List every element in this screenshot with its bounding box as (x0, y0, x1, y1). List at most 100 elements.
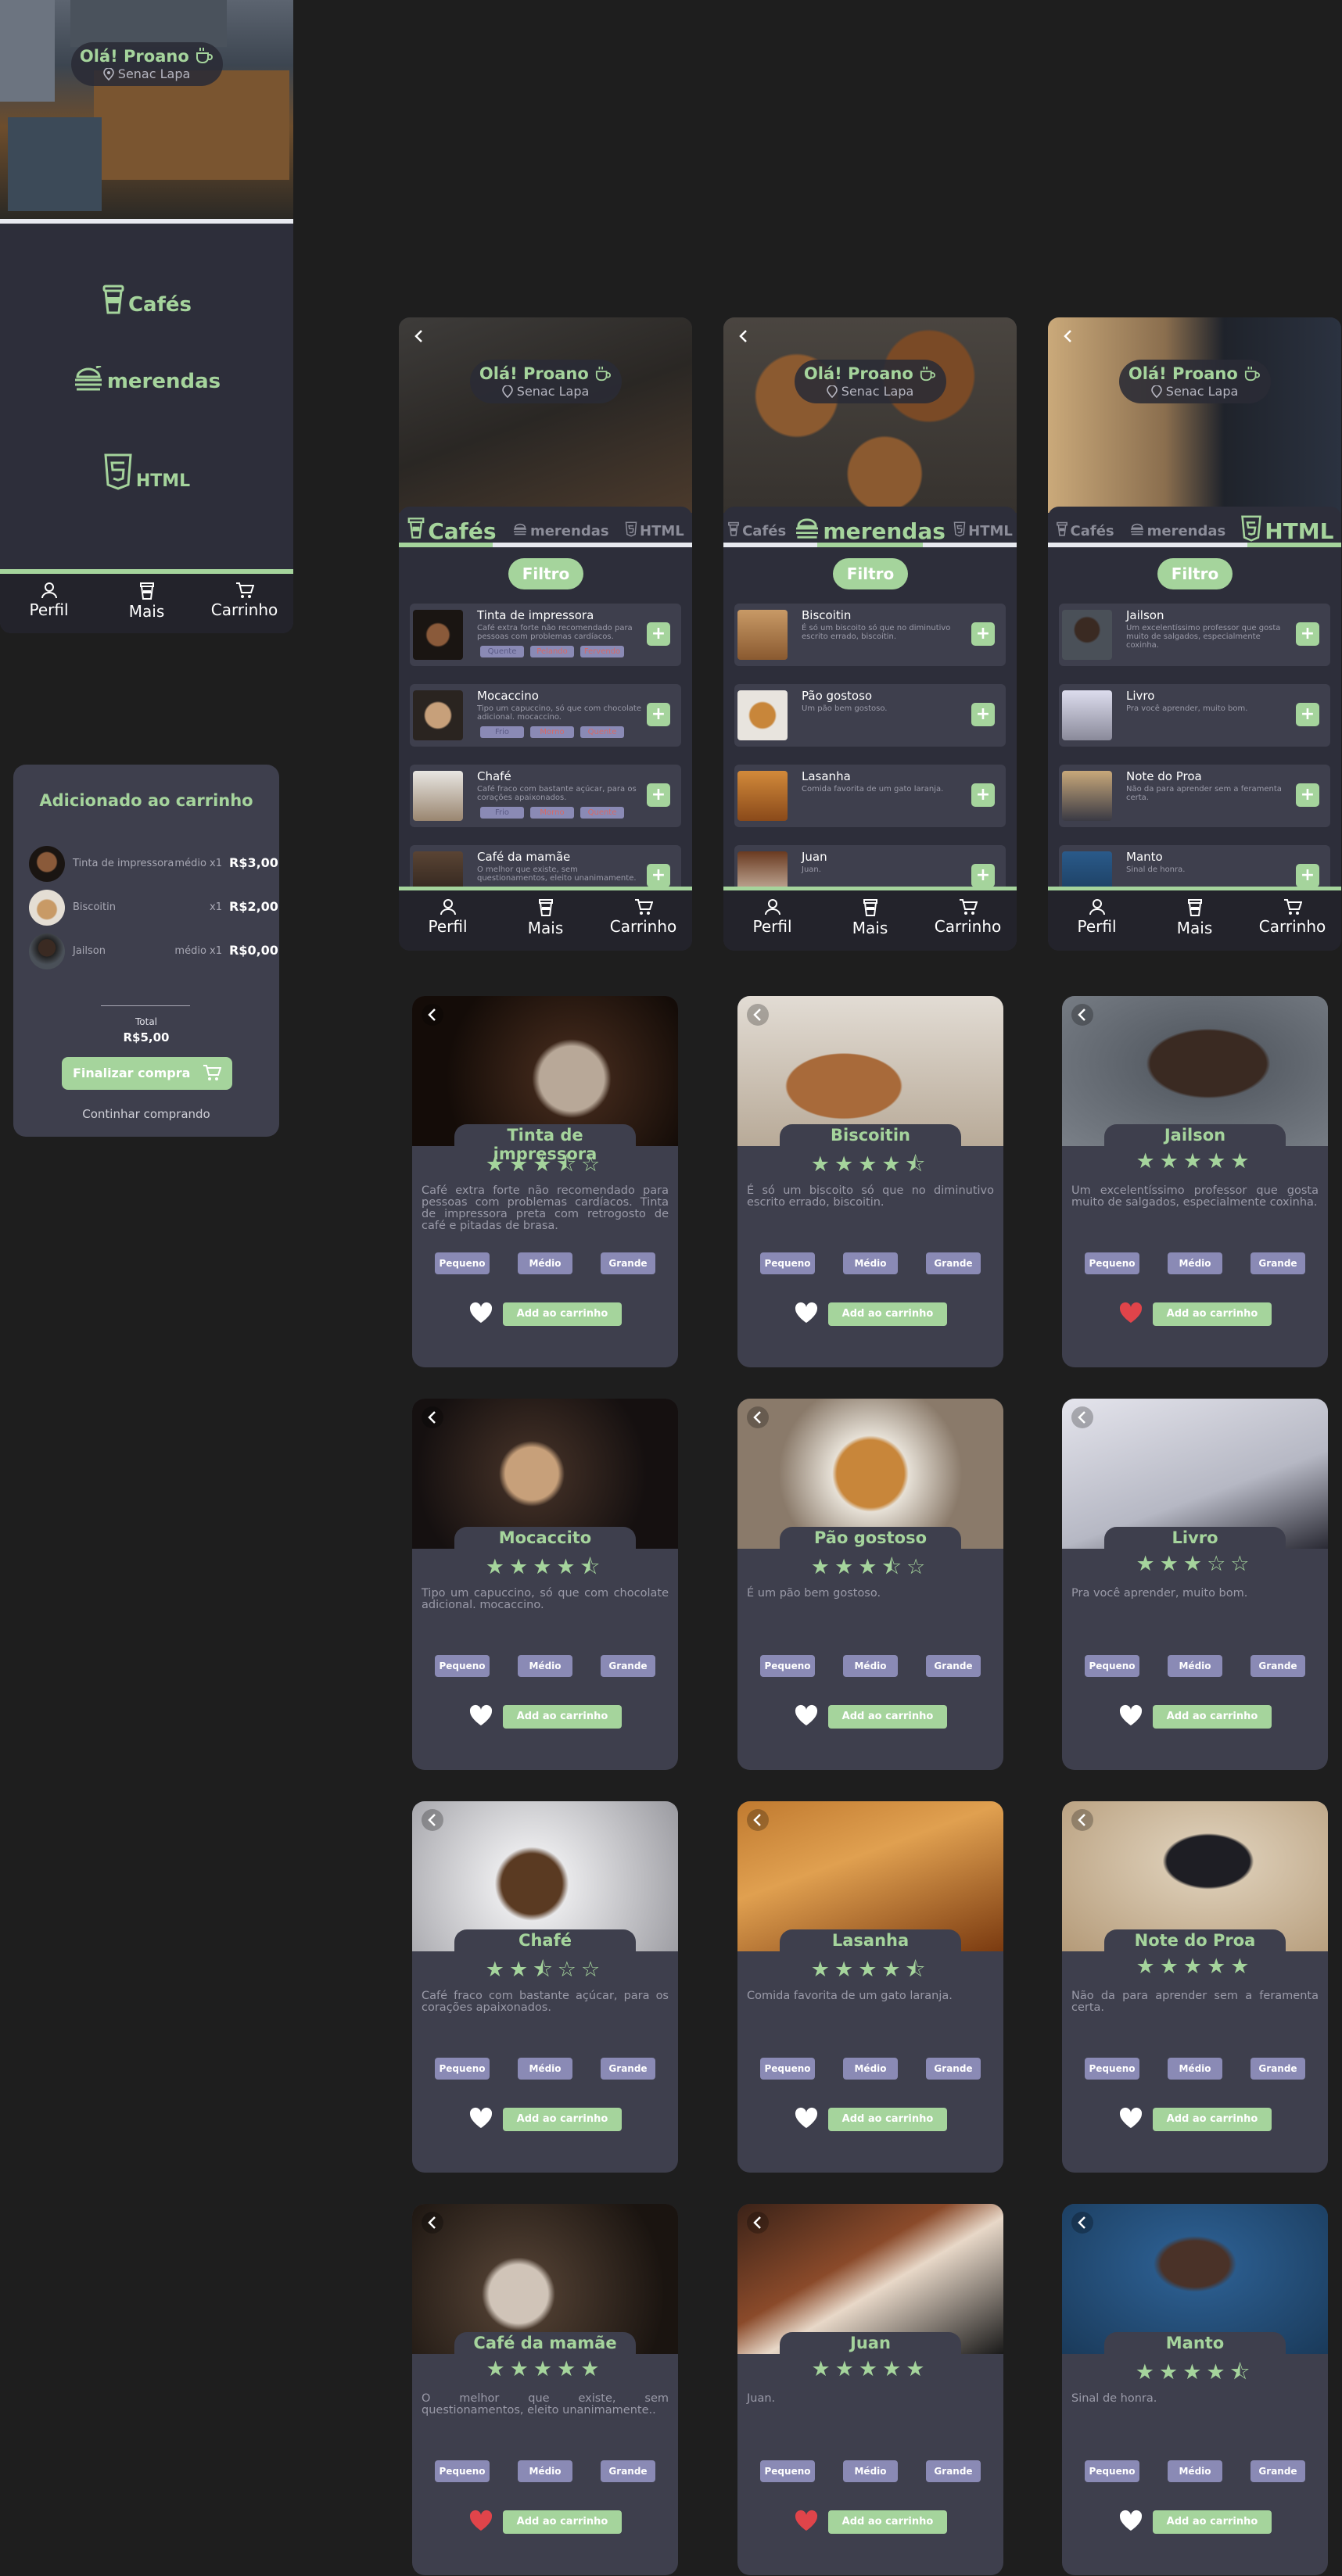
temperature-chip[interactable]: Frio (480, 807, 524, 819)
favorite-heart-icon[interactable] (1118, 2509, 1143, 2532)
list-item[interactable]: Pão gostoso Um pão bem gostoso. + (734, 684, 1006, 747)
size-option[interactable]: Pequeno (435, 2058, 490, 2080)
back-button[interactable] (408, 325, 430, 347)
tab-cafes[interactable]: Cafés (407, 517, 497, 546)
list-item[interactable]: Mocaccino Tipo um capuccino, só que com c… (410, 684, 681, 747)
add-to-cart-button[interactable]: Add ao carrinho (503, 2510, 622, 2534)
tab-merendas[interactable]: merendas (794, 518, 946, 545)
favorite-heart-icon[interactable] (1118, 2106, 1143, 2130)
favorite-heart-icon[interactable] (468, 1301, 493, 1324)
back-button[interactable] (1071, 1004, 1093, 1026)
size-option[interactable]: Grande (1250, 2058, 1305, 2080)
tab-merendas[interactable]: merendas (1129, 523, 1225, 539)
size-option[interactable]: Pequeno (435, 1655, 490, 1677)
filter-button[interactable]: Filtro (833, 558, 908, 589)
size-option[interactable]: Pequeno (435, 1252, 490, 1274)
back-button[interactable] (1057, 325, 1079, 347)
size-option[interactable]: Médio (843, 2460, 898, 2482)
back-button[interactable] (1071, 1406, 1093, 1428)
add-to-cart-button[interactable]: Add ao carrinho (503, 1705, 622, 1729)
favorite-heart-icon[interactable] (794, 2509, 819, 2532)
add-to-cart-button[interactable]: Add ao carrinho (1153, 1302, 1272, 1326)
add-to-cart-button[interactable]: Add ao carrinho (1153, 2108, 1272, 2131)
back-button[interactable] (747, 1406, 769, 1428)
size-option[interactable]: Médio (1168, 2460, 1222, 2482)
temperature-chip[interactable]: Fervendo (580, 646, 624, 657)
size-option[interactable]: Médio (843, 1252, 898, 1274)
add-item-button[interactable]: + (971, 864, 995, 887)
add-item-button[interactable]: + (1296, 783, 1319, 807)
add-item-button[interactable]: + (1296, 622, 1319, 646)
list-item[interactable]: Tinta de impressora Café extra forte não … (410, 604, 681, 666)
back-button[interactable] (747, 1004, 769, 1026)
add-item-button[interactable]: + (647, 864, 670, 887)
back-button[interactable] (422, 1809, 443, 1831)
favorite-heart-icon[interactable] (468, 1704, 493, 1727)
add-item-button[interactable]: + (1296, 864, 1319, 887)
favorite-heart-icon[interactable] (794, 1704, 819, 1727)
size-option[interactable]: Pequeno (1085, 2058, 1139, 2080)
back-button[interactable] (1071, 1809, 1093, 1831)
size-option[interactable]: Pequeno (435, 2460, 490, 2482)
size-option[interactable]: Grande (601, 2058, 655, 2080)
size-option[interactable]: Pequeno (760, 2460, 815, 2482)
favorite-heart-icon[interactable] (794, 1301, 819, 1324)
continue-shopping-link[interactable]: Continhar comprando (13, 1107, 279, 1121)
size-option[interactable]: Médio (1168, 1252, 1222, 1274)
list-item[interactable]: Note do Proa Não da para aprender sem a f… (1059, 765, 1330, 827)
size-option[interactable]: Pequeno (760, 1252, 815, 1274)
nav-more[interactable]: Mais (1148, 890, 1242, 951)
temperature-chip[interactable]: Frio (480, 726, 524, 738)
back-button[interactable] (422, 2212, 443, 2234)
size-option[interactable]: Pequeno (760, 2058, 815, 2080)
back-button[interactable] (422, 1004, 443, 1026)
temperature-chip[interactable]: Quente (580, 726, 624, 738)
category-html[interactable]: HTML (0, 453, 293, 492)
add-to-cart-button[interactable]: Add ao carrinho (828, 2510, 947, 2534)
size-option[interactable]: Médio (518, 2460, 572, 2482)
tab-html[interactable]: HTML (625, 521, 684, 541)
list-item[interactable]: Livro Pra você aprender, muito bom. + (1059, 684, 1330, 747)
nav-cart[interactable]: Carrinho (921, 890, 1015, 951)
add-item-button[interactable]: + (971, 622, 995, 646)
add-item-button[interactable]: + (647, 783, 670, 807)
size-option[interactable]: Pequeno (760, 1655, 815, 1677)
size-option[interactable]: Médio (843, 2058, 898, 2080)
add-to-cart-button[interactable]: Add ao carrinho (1153, 1705, 1272, 1729)
add-to-cart-button[interactable]: Add ao carrinho (828, 1705, 947, 1729)
add-to-cart-button[interactable]: Add ao carrinho (828, 2108, 947, 2131)
size-option[interactable]: Grande (1250, 2460, 1305, 2482)
size-option[interactable]: Médio (518, 1655, 572, 1677)
nav-profile[interactable]: Perfil (401, 890, 495, 951)
filter-button[interactable]: Filtro (1157, 558, 1233, 589)
size-option[interactable]: Pequeno (1085, 2460, 1139, 2482)
size-option[interactable]: Grande (926, 1655, 981, 1677)
size-option[interactable]: Grande (601, 2460, 655, 2482)
back-button[interactable] (747, 1809, 769, 1831)
size-option[interactable]: Grande (926, 2058, 981, 2080)
checkout-button[interactable]: Finalizar compra (62, 1057, 232, 1090)
list-item[interactable]: Lasanha Comida favorita de um gato laranj… (734, 765, 1006, 827)
nav-profile[interactable]: Perfil (726, 890, 820, 951)
add-to-cart-button[interactable]: Add ao carrinho (1153, 2510, 1272, 2534)
size-option[interactable]: Grande (1250, 1252, 1305, 1274)
add-item-button[interactable]: + (971, 703, 995, 726)
favorite-heart-icon[interactable] (1118, 1301, 1143, 1324)
temperature-chip[interactable]: Morno (530, 807, 574, 819)
nav-cart[interactable]: Carrinho (198, 574, 292, 633)
size-option[interactable]: Pequeno (1085, 1252, 1139, 1274)
temperature-chip[interactable]: Pelando (530, 646, 574, 657)
temperature-chip[interactable]: Quente (580, 807, 624, 819)
nav-more[interactable]: Mais (100, 574, 194, 633)
size-option[interactable]: Grande (1250, 1655, 1305, 1677)
add-to-cart-button[interactable]: Add ao carrinho (503, 1302, 622, 1326)
temperature-chip[interactable]: Quente (480, 646, 524, 657)
size-option[interactable]: Grande (926, 1252, 981, 1274)
size-option[interactable]: Médio (518, 2058, 572, 2080)
back-button[interactable] (747, 2212, 769, 2234)
back-button[interactable] (733, 325, 755, 347)
nav-profile[interactable]: Perfil (1050, 890, 1144, 951)
filter-button[interactable]: Filtro (508, 558, 583, 589)
nav-more[interactable]: Mais (499, 890, 593, 951)
nav-cart[interactable]: Carrinho (597, 890, 691, 951)
